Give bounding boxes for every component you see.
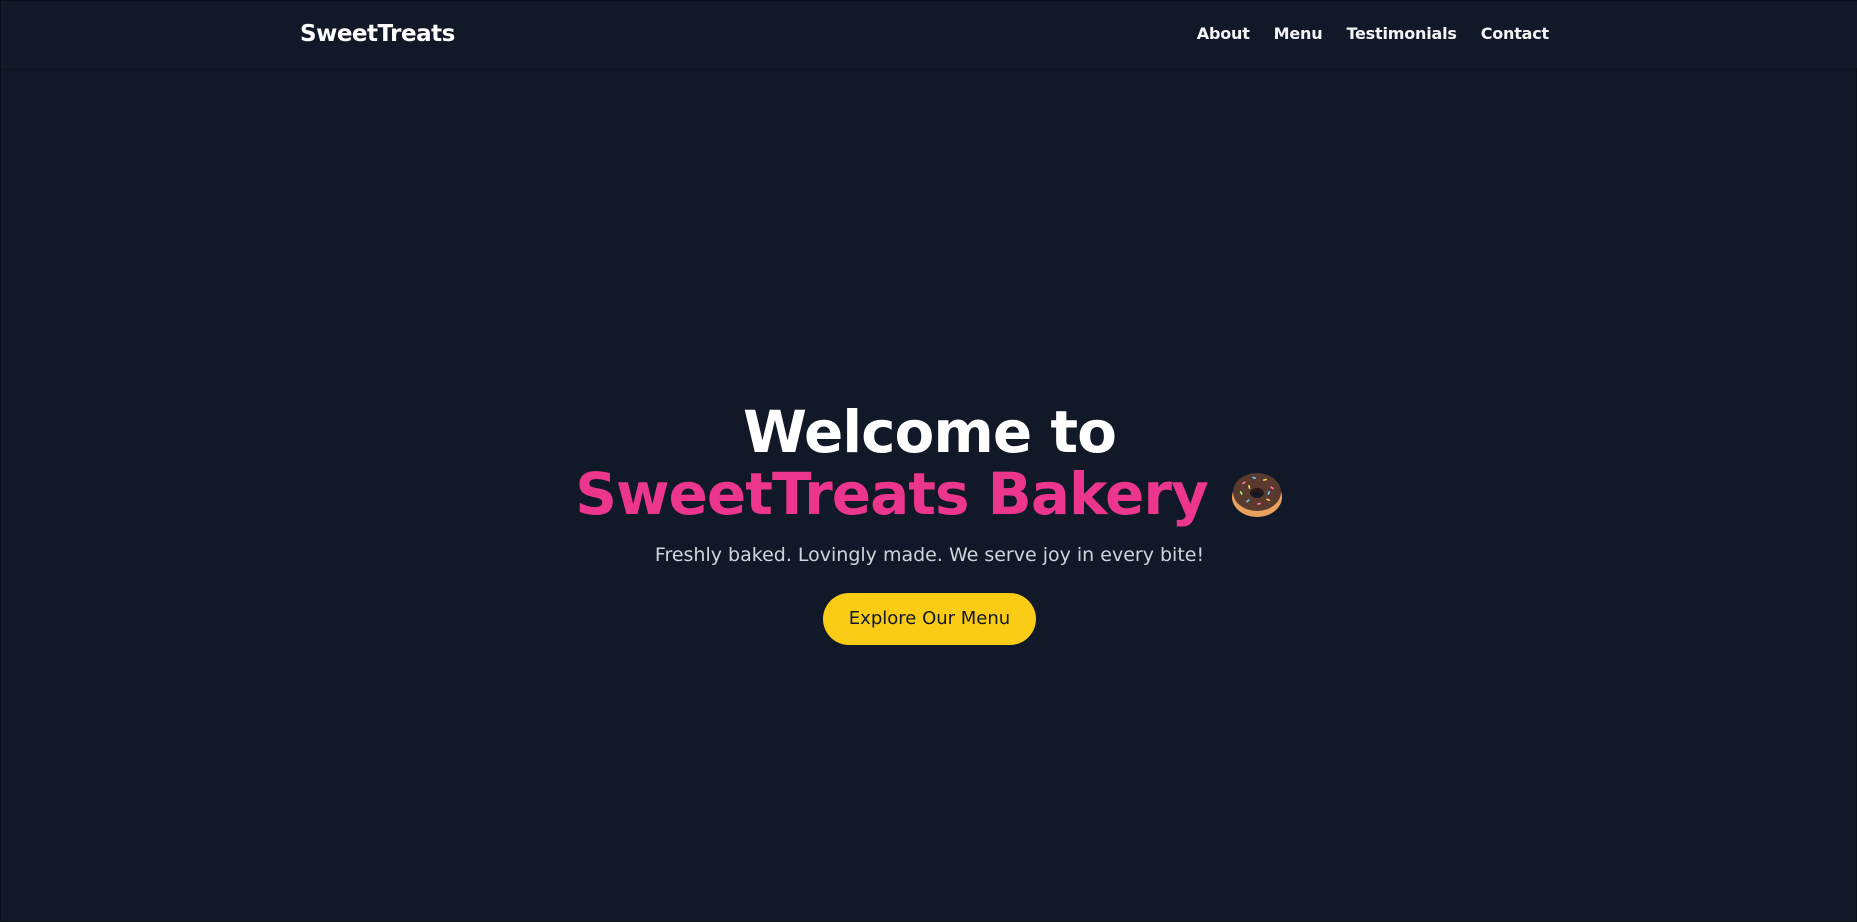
donut-icon	[1230, 466, 1284, 520]
hero-section: Welcome to SweetTreats Bakery Freshly ba…	[1, 401, 1857, 645]
nav-item-contact: Contact	[1481, 24, 1550, 43]
hero-title: Welcome to SweetTreats Bakery	[550, 401, 1310, 525]
nav-link-about[interactable]: About	[1197, 24, 1250, 43]
nav-item-menu: Menu	[1274, 24, 1323, 43]
page: SweetTreats About Menu Testimonials Cont…	[0, 0, 1857, 922]
hero-title-accent: SweetTreats Bakery	[575, 460, 1209, 528]
nav-link-testimonials[interactable]: Testimonials	[1346, 24, 1456, 43]
nav-link-contact[interactable]: Contact	[1481, 24, 1550, 43]
nav-links: About Menu Testimonials Contact	[1197, 24, 1549, 43]
navbar: SweetTreats About Menu Testimonials Cont…	[1, 1, 1857, 68]
hero-title-prefix: Welcome to	[743, 398, 1117, 466]
nav-link-menu[interactable]: Menu	[1274, 24, 1323, 43]
nav-item-about: About	[1197, 24, 1250, 43]
hero-subtitle: Freshly baked. Lovingly made. We serve j…	[654, 544, 1205, 566]
nav-item-testimonials: Testimonials	[1346, 24, 1456, 43]
explore-menu-button[interactable]: Explore Our Menu	[823, 593, 1036, 645]
brand-logo[interactable]: SweetTreats	[300, 21, 455, 47]
